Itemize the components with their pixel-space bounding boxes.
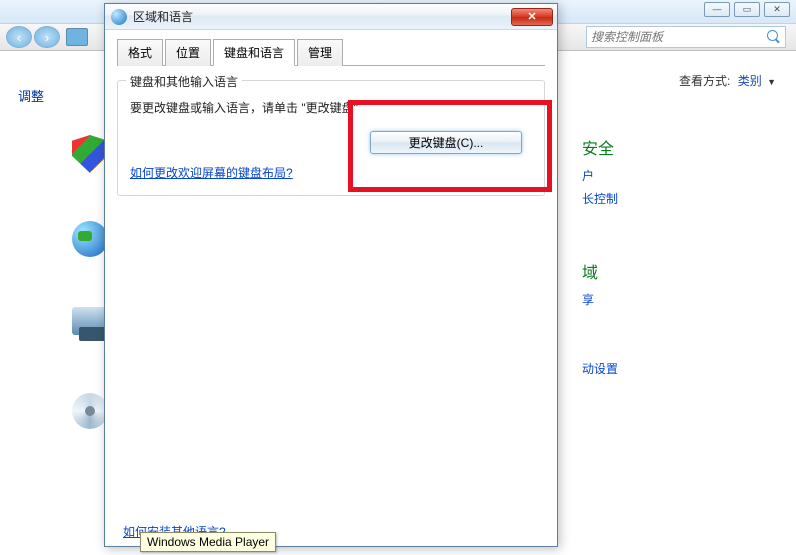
tooltip: Windows Media Player bbox=[140, 532, 276, 552]
view-value: 类别 bbox=[738, 74, 762, 88]
dialog-globe-icon bbox=[111, 9, 127, 25]
category-link[interactable]: 户 bbox=[582, 167, 776, 184]
sidebar-adjust-label: 调整 bbox=[18, 86, 108, 105]
disc-icon bbox=[72, 393, 108, 429]
close-button[interactable]: ✕ bbox=[764, 2, 790, 17]
tab-admin[interactable]: 管理 bbox=[297, 39, 343, 66]
bg-window-buttons: — ▭ ✕ bbox=[704, 2, 790, 17]
region-language-dialog: 区域和语言 ✕ 格式 位置 键盘和语言 管理 键盘和其他输入语言 要更改键盘或输… bbox=[104, 3, 558, 547]
keyboard-group: 键盘和其他输入语言 要更改键盘或输入语言，请单击 "更改键盘" 更改键盘(C).… bbox=[117, 80, 545, 196]
help-link[interactable]: 如何更改欢迎屏幕的键盘布局? bbox=[130, 164, 293, 181]
globe-icon bbox=[72, 221, 108, 257]
group-instruction: 要更改键盘或输入语言，请单击 "更改键盘" bbox=[130, 99, 532, 116]
search-icon[interactable] bbox=[765, 29, 781, 45]
maximize-button[interactable]: ▭ bbox=[734, 2, 760, 17]
view-label: 查看方式: bbox=[679, 74, 730, 88]
change-keyboard-button[interactable]: 更改键盘(C)... bbox=[370, 131, 522, 154]
nav-forward-icon[interactable]: › bbox=[34, 26, 60, 48]
tab-location[interactable]: 位置 bbox=[165, 39, 211, 66]
nav-panel-icon bbox=[66, 28, 88, 46]
dialog-titlebar[interactable]: 区域和语言 ✕ bbox=[105, 4, 557, 30]
category-link[interactable]: 动设置 bbox=[582, 360, 776, 377]
tab-format[interactable]: 格式 bbox=[117, 39, 163, 66]
category-security-head[interactable]: 安全 bbox=[582, 135, 776, 159]
dialog-title: 区域和语言 bbox=[133, 8, 511, 25]
category-link[interactable]: 长控制 bbox=[582, 190, 776, 207]
nav-back-icon[interactable]: ‹ bbox=[6, 26, 32, 48]
minimize-button[interactable]: — bbox=[704, 2, 730, 17]
view-mode-row[interactable]: 查看方式: 类别 ▼ bbox=[582, 72, 776, 89]
category-link[interactable]: 享 bbox=[582, 291, 776, 308]
chevron-down-icon: ▼ bbox=[767, 77, 776, 87]
tab-keyboard-language[interactable]: 键盘和语言 bbox=[213, 39, 295, 66]
dialog-close-button[interactable]: ✕ bbox=[511, 8, 553, 26]
shield-icon bbox=[72, 135, 108, 173]
category-network-head[interactable]: 域 bbox=[582, 259, 776, 283]
tabstrip: 格式 位置 键盘和语言 管理 bbox=[117, 38, 545, 66]
search-input[interactable] bbox=[591, 30, 765, 44]
search-box[interactable] bbox=[586, 26, 786, 48]
group-title: 键盘和其他输入语言 bbox=[126, 73, 242, 90]
